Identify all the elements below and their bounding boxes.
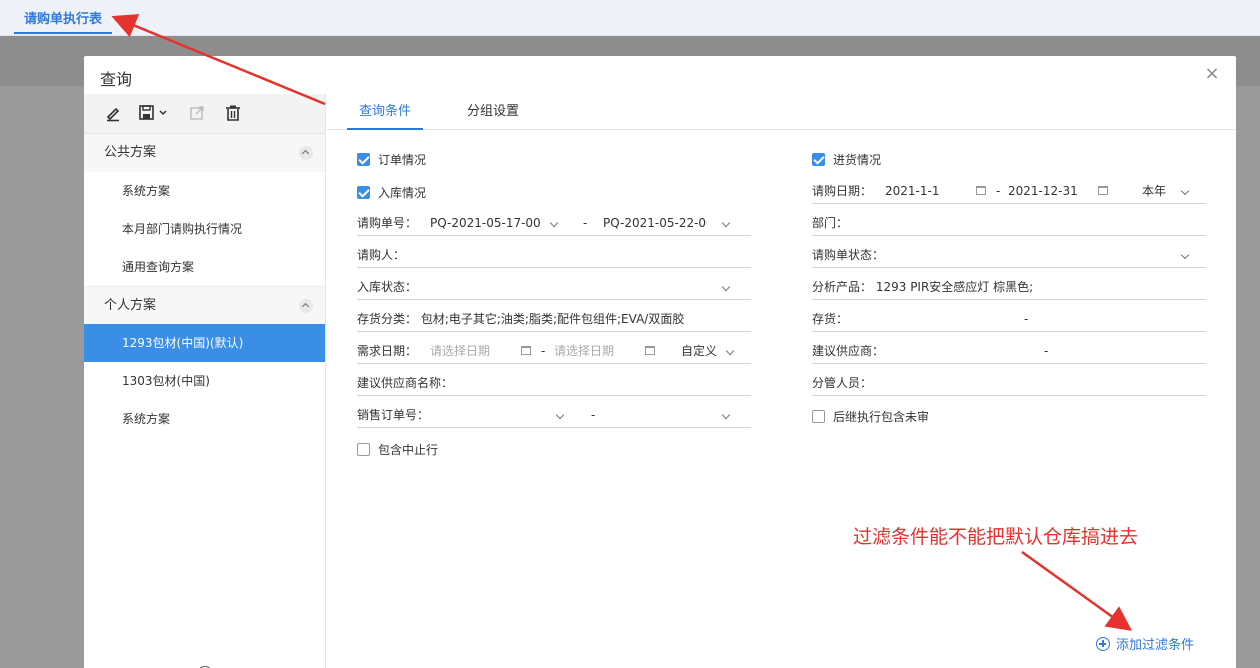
public-plans-title: 公共方案 [104, 145, 157, 160]
calendar-icon[interactable] [1098, 186, 1108, 195]
chevron-up-icon[interactable] [299, 146, 313, 160]
requester-field[interactable]: 请购人： [357, 244, 751, 268]
calendar-icon[interactable] [645, 346, 655, 355]
chevron-up-icon[interactable] [299, 299, 313, 313]
top-tab-bar: 请购单执行表 [0, 0, 1260, 36]
purchase-info-checkbox[interactable]: 进货情况 [812, 152, 881, 170]
checkbox-unchecked-icon[interactable] [812, 410, 825, 423]
need-date-from[interactable]: 请选择日期 [430, 340, 490, 362]
calendar-icon[interactable] [521, 346, 531, 355]
export-icon[interactable] [186, 102, 208, 124]
need-date-field[interactable]: 需求日期： 请选择日期 - 请选择日期 自定义 [357, 340, 751, 364]
req-date-from[interactable]: 2021-1-1 [885, 180, 939, 202]
req-no-field[interactable]: 请购单号： PQ-2021-05-17-00 - PQ-2021-05-22-0… [357, 212, 751, 236]
manager-field[interactable]: 分管人员： [812, 372, 1206, 396]
sales-order-field[interactable]: 销售订单号： - [357, 404, 751, 428]
chevron-down-icon[interactable] [555, 410, 565, 420]
tab-group-settings[interactable]: 分组设置 [467, 94, 519, 130]
checkbox-checked-icon[interactable] [812, 153, 825, 166]
query-dialog: 查询 × 公共方案 系统方案 本月部门请购执行情况 通用查询方案 个人方案 12… [84, 56, 1236, 668]
plan-item-selected[interactable]: 1293包材(中国)(默认) [84, 324, 325, 362]
req-date-to[interactable]: 2021-12-31 [1008, 180, 1078, 202]
tab-query-conditions[interactable]: 查询条件 [347, 94, 423, 130]
need-date-range[interactable]: 自定义 [681, 340, 717, 362]
plan-item[interactable]: 通用查询方案 [84, 248, 325, 286]
checkbox-checked-icon[interactable] [357, 153, 370, 166]
chevron-down-icon[interactable] [1180, 250, 1190, 260]
personal-plans-header[interactable]: 个人方案 [84, 286, 325, 324]
include-unaudited-checkbox[interactable]: 后继执行包含未审 [812, 409, 929, 427]
plan-item[interactable]: 本月部门请购执行情况 [84, 210, 325, 248]
inventory-field[interactable]: 存货： - [812, 308, 1206, 332]
chevron-down-icon[interactable] [549, 218, 559, 228]
checkbox-unchecked-icon[interactable] [357, 443, 370, 456]
delete-icon[interactable] [222, 102, 244, 124]
req-no-to[interactable]: PQ-2021-05-22-00 [603, 212, 707, 234]
annotation-text: 过滤条件能不能把默认仓库搞进去 [853, 526, 1139, 548]
query-tabs: 查询条件 分组设置 [327, 94, 1236, 130]
analysis-product-field[interactable]: 分析产品： 1293 PIR安全感应灯 棕黑色; [812, 276, 1206, 300]
chevron-down-icon[interactable] [721, 410, 731, 420]
chevron-down-icon[interactable] [721, 218, 731, 228]
add-filter-button[interactable]: 添加过滤条件 [1096, 634, 1194, 653]
public-plans-header[interactable]: 公共方案 [84, 134, 325, 172]
dept-field[interactable]: 部门： [812, 212, 1206, 236]
chevron-down-icon[interactable] [152, 102, 174, 124]
plan-item[interactable]: 系统方案 [84, 400, 325, 438]
req-status-field[interactable]: 请购单状态： [812, 244, 1206, 268]
stock-status-field[interactable]: 入库状态： [357, 276, 751, 300]
checkbox-checked-icon[interactable] [357, 186, 370, 199]
plan-item[interactable]: 系统方案 [84, 172, 325, 210]
supplier-name-field[interactable]: 建议供应商名称： [357, 372, 751, 396]
calendar-icon[interactable] [976, 186, 986, 195]
supplier-field[interactable]: 建议供应商： - [812, 340, 1206, 364]
close-icon[interactable]: × [1202, 64, 1222, 84]
req-date-range[interactable]: 本年 [1142, 180, 1166, 202]
req-no-from[interactable]: PQ-2021-05-17-00 [430, 212, 545, 234]
plan-toolbar [84, 94, 325, 134]
stock-in-info-checkbox[interactable]: 入库情况 [357, 185, 426, 203]
chevron-down-icon[interactable] [721, 282, 731, 292]
plan-panel: 公共方案 系统方案 本月部门请购执行情况 通用查询方案 个人方案 1293包材(… [84, 94, 326, 668]
query-panel: 查询条件 分组设置 订单情况 入库情况 请购单号： PQ-2021-05-17-… [327, 94, 1236, 668]
include-stop-checkbox[interactable]: 包含中止行 [357, 442, 438, 460]
plan-item[interactable]: 1303包材(中国) [84, 362, 325, 400]
inventory-class-field[interactable]: 存货分类： 包材;电子其它;油类;脂类;配件包组件;EVA/双面胶 [357, 308, 751, 332]
plus-circle-icon[interactable] [1096, 637, 1110, 651]
need-date-to[interactable]: 请选择日期 [554, 340, 614, 362]
tab-requisition-execution[interactable]: 请购单执行表 [14, 0, 113, 34]
req-date-field[interactable]: 请购日期： 2021-1-1 - 2021-12-31 本年 [812, 180, 1206, 204]
chevron-down-icon[interactable] [725, 346, 735, 356]
dialog-title: 查询 [100, 70, 133, 89]
order-info-checkbox[interactable]: 订单情况 [357, 152, 426, 170]
edit-icon[interactable] [102, 102, 124, 124]
chevron-down-icon[interactable] [1180, 186, 1190, 196]
personal-plans-title: 个人方案 [104, 298, 157, 313]
